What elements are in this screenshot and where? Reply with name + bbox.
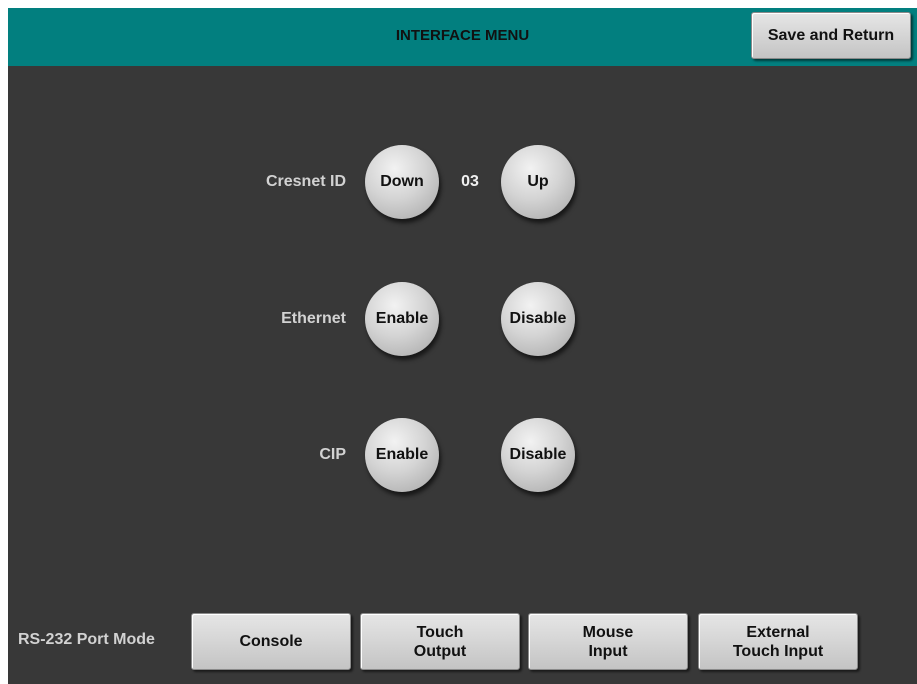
ethernet-label: Ethernet: [281, 310, 346, 327]
console-mode-button[interactable]: Console: [191, 613, 351, 670]
rs232-port-mode-label: RS-232 Port Mode: [18, 631, 155, 648]
external-touch-input-mode-button[interactable]: External Touch Input: [698, 613, 858, 670]
interface-menu-screen: INTERFACE MENU Save and Return Cresnet I…: [8, 8, 917, 684]
cresnet-id-value: 03: [461, 173, 479, 190]
cresnet-up-button[interactable]: Up: [501, 145, 575, 219]
cresnet-id-label: Cresnet ID: [265, 173, 346, 190]
header-bar: INTERFACE MENU Save and Return: [8, 8, 917, 66]
cip-enable-button[interactable]: Enable: [365, 418, 439, 492]
cip-label: CIP: [319, 446, 346, 463]
ethernet-enable-button[interactable]: Enable: [365, 282, 439, 356]
touch-output-mode-button[interactable]: Touch Output: [360, 613, 520, 670]
save-and-return-button[interactable]: Save and Return: [751, 12, 911, 59]
ethernet-disable-button[interactable]: Disable: [501, 282, 575, 356]
cip-disable-button[interactable]: Disable: [501, 418, 575, 492]
cresnet-down-button[interactable]: Down: [365, 145, 439, 219]
mouse-input-mode-button[interactable]: Mouse Input: [528, 613, 688, 670]
